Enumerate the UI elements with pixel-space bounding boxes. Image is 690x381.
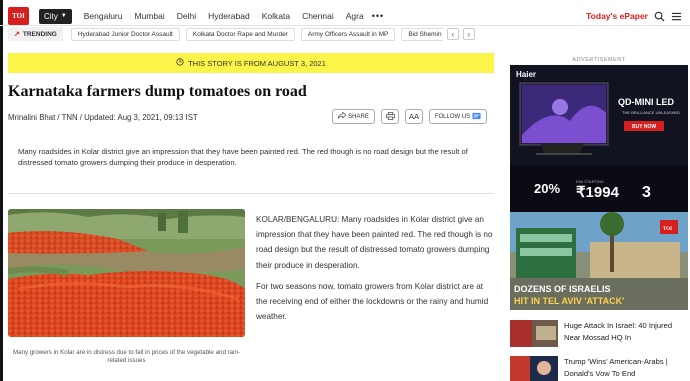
ad-percent: 20%: [534, 181, 560, 196]
font-size-button[interactable]: AA: [405, 109, 423, 124]
more-menu-icon[interactable]: •••: [372, 11, 384, 21]
left-edge-bar: [0, 0, 3, 381]
follow-us-button[interactable]: FOLLOW US: [429, 109, 487, 124]
trending-arrow-icon: ↗: [14, 31, 20, 38]
clock-icon: [176, 58, 184, 68]
summary-divider: [8, 193, 494, 194]
video-thumbnail[interactable]: TOI DOZENS OF ISRAELIS HIT IN TEL AVIV '…: [510, 212, 688, 310]
brand-logo: Haier: [516, 70, 536, 79]
israel-attack-image: TOI DOZENS OF ISRAELIS HIT IN TEL AVIV '…: [510, 212, 688, 310]
photo-caption: Many growers in Kolar are in distress du…: [13, 349, 240, 365]
top-nav: TOI City ▼ Bengaluru Mumbai Delhi Hydera…: [8, 6, 690, 26]
city-label: City: [44, 11, 58, 21]
ad-number: 3: [642, 184, 651, 201]
trending-bar: ↗ TRENDING Hyderabad Junior Doctor Assau…: [8, 27, 498, 41]
follow-label: FOLLOW US: [434, 113, 471, 120]
archive-date-banner: THIS STORY IS FROM AUGUST 3, 2021: [8, 53, 494, 73]
share-label: SHARE: [348, 113, 369, 120]
news-thumbnail: [510, 320, 558, 347]
advertisement-label: ADVERTISEMENT: [572, 57, 626, 63]
share-icon: [337, 111, 347, 121]
share-button[interactable]: SHARE: [332, 109, 375, 124]
sidebar-news-item[interactable]: Huge Attack In Israel: 40 Injured Near M…: [510, 320, 688, 352]
chevron-left-icon[interactable]: ‹: [446, 28, 459, 40]
trending-item[interactable]: Kolkata Doctor Rape and Murder: [185, 27, 295, 41]
article-paragraph: For two seasons now, tomato growers from…: [256, 281, 489, 322]
article-tools: SHARE AA FOLLOW US: [332, 109, 487, 124]
nav-link-chennai[interactable]: Chennai: [296, 11, 340, 21]
article-body: KOLAR/BENGALURU: Many roadsides in Kolar…: [256, 212, 494, 324]
epaper-link[interactable]: Today's ePaper: [586, 11, 648, 21]
archive-date-text: THIS STORY IS FROM AUGUST 3, 2021: [188, 58, 326, 68]
article-photo[interactable]: [8, 209, 245, 337]
chevron-right-icon[interactable]: ›: [462, 28, 475, 40]
toi-logo[interactable]: TOI: [8, 7, 29, 25]
ad-tagline: THE BRILLIANCE UNLEASHED: [622, 110, 680, 115]
news-title: Huge Attack In Israel: 40 Injured Near M…: [564, 321, 673, 342]
article-summary: Many roadsides in Kolar district give an…: [18, 147, 468, 167]
google-news-icon: [472, 112, 481, 122]
nav-right: Today's ePaper: [586, 6, 682, 26]
ad-creative: Haier QD-MINI LED THE BRILLIANCE UNLEASH…: [510, 65, 688, 212]
article-byline: Mrinalini Bhat / TNN / Updated: Aug 3, 2…: [8, 113, 198, 122]
trending-label: ↗ TRENDING: [8, 27, 63, 41]
overlay-headline-1: DOZENS OF ISRAELIS: [514, 284, 611, 294]
ad-product-name: QD-MINI LED: [618, 97, 674, 107]
ad-cta: BUY NOW: [632, 124, 656, 130]
sidebar-news-item[interactable]: Trump 'Wins' American-Arabs | Donald's V…: [510, 356, 688, 381]
news-title: Trump 'Wins' American-Arabs | Donald's V…: [564, 357, 668, 378]
article-headline: Karnataka farmers dump tomatoes on road: [8, 83, 307, 100]
article-paragraph: KOLAR/BENGALURU: Many roadsides in Kolar…: [256, 215, 493, 270]
trending-item[interactable]: Hyderabad Junior Doctor Assault: [70, 27, 180, 41]
nav-link-kolkata[interactable]: Kolkata: [256, 11, 296, 21]
city-links: Bengaluru Mumbai Delhi Hyderabad Kolkata…: [78, 11, 370, 21]
trending-item[interactable]: Bid Shemin: [401, 27, 443, 41]
nav-link-delhi[interactable]: Delhi: [171, 11, 202, 21]
toi-watermark: TOI: [663, 227, 672, 232]
city-dropdown[interactable]: City ▼: [39, 8, 72, 24]
nav-link-mumbai[interactable]: Mumbai: [129, 11, 171, 21]
print-button[interactable]: [381, 109, 399, 124]
trending-label-text: TRENDING: [22, 30, 57, 38]
trending-arrows: ‹ ›: [446, 28, 475, 40]
tomato-field-image: [8, 209, 245, 337]
chevron-down-icon: ▼: [60, 13, 67, 19]
news-thumbnail: [510, 356, 558, 381]
ad-price: ₹1994: [576, 184, 620, 201]
overlay-headline-2: HIT IN TEL AVIV 'ATTACK': [514, 296, 624, 306]
search-icon[interactable]: [654, 11, 665, 22]
trending-item[interactable]: Army Officers Assault in MP: [300, 27, 396, 41]
nav-link-hyderabad[interactable]: Hyderabad: [202, 11, 256, 21]
tv-advertisement[interactable]: Haier QD-MINI LED THE BRILLIANCE UNLEASH…: [510, 65, 688, 212]
print-icon: [385, 111, 395, 122]
nav-link-bengaluru[interactable]: Bengaluru: [78, 11, 129, 21]
hamburger-menu-icon[interactable]: [671, 11, 682, 22]
nav-link-agra[interactable]: Agra: [340, 11, 370, 21]
nav-divider: [0, 25, 690, 26]
trending-items: Hyderabad Junior Doctor Assault Kolkata …: [70, 27, 443, 41]
